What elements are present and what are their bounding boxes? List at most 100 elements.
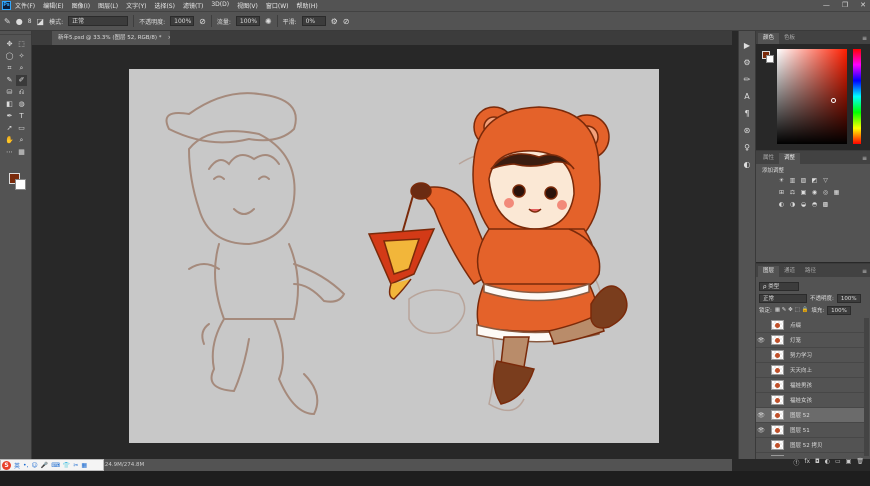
close-window-button[interactable]: ✕ — [860, 1, 866, 9]
brush-preset-picker[interactable]: ● — [16, 17, 23, 26]
exposure-icon[interactable]: ◩ — [811, 177, 818, 184]
smoothing-input[interactable]: 0% — [301, 16, 326, 26]
mode-select[interactable]: 正常 — [68, 16, 129, 26]
sogou-logo-icon[interactable]: S — [2, 460, 11, 470]
link-layers-icon[interactable]: ⓕ — [793, 458, 799, 468]
posterize-icon[interactable]: ◑ — [789, 201, 796, 208]
add-mask-icon[interactable]: ◘ — [815, 458, 820, 468]
hand-tool-icon[interactable]: ✋ — [4, 135, 15, 146]
menu-view[interactable]: 视图(V) — [237, 1, 258, 10]
tab-layers[interactable]: 图层 — [758, 266, 780, 277]
menu-filter[interactable]: 滤镜(T) — [183, 1, 203, 10]
tab-properties[interactable]: 属性 — [758, 153, 779, 164]
color-spectrum-field[interactable] — [777, 49, 847, 144]
brush-tool-icon[interactable]: ✐ — [16, 75, 27, 86]
marquee-tool-icon[interactable]: ⬚ — [16, 39, 27, 50]
hue-saturation-icon[interactable]: ⊞ — [778, 189, 785, 196]
menu-3d[interactable]: 3D(D) — [211, 1, 229, 10]
clone-stamp-tool-icon[interactable]: ⛁ — [4, 87, 15, 98]
visibility-eye-icon[interactable]: 👁 — [756, 427, 766, 434]
menu-edit[interactable]: 编辑(E) — [43, 1, 63, 10]
ime-voice-icon[interactable]: 🎤 — [41, 462, 48, 469]
add-style-icon[interactable]: fx — [804, 458, 810, 468]
ime-tools-icon[interactable]: ✂ — [73, 462, 78, 469]
visibility-eye-icon[interactable]: 👁 — [756, 337, 766, 344]
smoothing-options-gear-icon[interactable]: ⚙ — [331, 17, 338, 26]
size-pressure-icon[interactable]: ⊘ — [343, 17, 350, 26]
document-canvas[interactable] — [129, 69, 659, 443]
new-group-icon[interactable]: ▭ — [835, 458, 841, 468]
layer-row[interactable]: 👁 图层 51 — [756, 423, 864, 438]
tab-adjustments[interactable]: 调整 — [779, 153, 801, 164]
opacity-input[interactable]: 100% — [170, 16, 195, 26]
levels-icon[interactable]: ▥ — [789, 177, 796, 184]
eyedropper-tool-icon[interactable]: ⌕ — [16, 63, 27, 74]
menu-layer[interactable]: 图层(L) — [98, 1, 118, 10]
airbrush-icon[interactable]: ✺ — [265, 17, 272, 26]
delete-layer-icon[interactable]: 🗑 — [856, 458, 864, 468]
layer-row[interactable]: 点缀 — [756, 318, 864, 333]
layer-row[interactable]: 福娃女孩 — [756, 393, 864, 408]
glyphs-icon[interactable]: ⊛ — [739, 124, 755, 138]
menu-select[interactable]: 选择(S) — [154, 1, 175, 10]
ime-skin-icon[interactable]: 👕 — [63, 462, 70, 469]
paint-bucket-tool-icon[interactable]: ◍ — [16, 99, 27, 110]
ime-punctuation-icon[interactable]: •, — [23, 462, 28, 469]
layer-name[interactable]: 灯笼 — [790, 336, 801, 344]
layer-row[interactable]: 👁 图层 52 — [756, 408, 864, 423]
layer-name[interactable]: 图层 51 — [790, 426, 810, 434]
adjustments-icon[interactable]: ◐ — [739, 158, 755, 172]
hue-slider[interactable] — [853, 49, 861, 144]
type-tool-icon[interactable]: T — [16, 111, 27, 122]
color-lookup-icon[interactable]: ▦ — [833, 189, 840, 196]
layer-name[interactable]: 天天向上 — [790, 366, 812, 374]
opacity-pressure-icon[interactable]: ⊘ — [199, 17, 206, 26]
layer-row[interactable]: 福娃男孩 — [756, 378, 864, 393]
crop-tool-icon[interactable]: ⌗ — [4, 63, 15, 74]
layer-name[interactable]: 图层 52 拷贝 — [790, 441, 823, 449]
visibility-eye-icon[interactable]: 👁 — [756, 412, 766, 419]
rectangle-tool-icon[interactable]: ▭ — [16, 123, 27, 134]
eraser-tool-icon[interactable]: ◧ — [4, 99, 15, 110]
tab-color[interactable]: 颜色 — [758, 33, 780, 44]
layer-name[interactable]: 点缀 — [790, 321, 801, 329]
settings-icon[interactable]: ⚙ — [739, 56, 755, 70]
menu-image[interactable]: 图像(I) — [72, 1, 90, 10]
history-brush-tool-icon[interactable]: ⎌ — [16, 87, 27, 98]
layer-filter-select[interactable]: ρ 类型 — [759, 281, 799, 291]
menu-type[interactable]: 文字(Y) — [126, 1, 146, 10]
brush-panel-toggle-icon[interactable]: ◪ — [37, 17, 45, 26]
invert-icon[interactable]: ◐ — [778, 201, 785, 208]
tab-paths[interactable]: 路径 — [800, 266, 821, 277]
black-white-icon[interactable]: ▣ — [800, 189, 807, 196]
layer-name[interactable]: 福娃男孩 — [790, 381, 812, 389]
lasso-tool-icon[interactable]: ◯ — [4, 51, 15, 62]
layer-name[interactable]: 图层 52 — [790, 411, 810, 419]
layer-name[interactable]: 努力学习 — [790, 351, 812, 359]
brightness-icon[interactable]: ☀ — [778, 177, 785, 184]
layer-opacity-input[interactable]: 100% — [836, 293, 861, 303]
panel-menu-icon[interactable]: ≡ — [862, 33, 867, 44]
learn-icon[interactable]: ♀ — [739, 141, 755, 155]
paragraph-panel-icon[interactable]: ¶ — [739, 107, 755, 121]
close-tab-icon[interactable]: × — [168, 35, 170, 41]
layer-row[interactable]: 天天向上 — [756, 363, 864, 378]
selective-color-icon[interactable]: ▩ — [822, 201, 829, 208]
curves-icon[interactable]: ▨ — [800, 177, 807, 184]
adjustment-layer-icon[interactable]: ◐ — [825, 458, 830, 468]
ime-emoji-icon[interactable]: ☺ — [31, 462, 37, 469]
vibrance-icon[interactable]: ▽ — [822, 177, 829, 184]
gradient-map-icon[interactable]: ◓ — [811, 201, 818, 208]
color-balance-icon[interactable]: ⚖ — [789, 189, 796, 196]
move-tool-icon[interactable]: ✥ — [4, 39, 15, 50]
layer-row[interactable]: 图层 52 拷贝 — [756, 438, 864, 453]
panel-menu-icon[interactable]: ≡ — [862, 266, 867, 277]
quick-mask-icon[interactable]: ▦ — [16, 147, 27, 158]
lock-icons[interactable]: ▦ ✎ ✥ ⬚ 🔒 — [775, 307, 808, 313]
channel-mixer-icon[interactable]: ◎ — [822, 189, 829, 196]
color-picker-handle[interactable] — [831, 98, 836, 103]
maximize-button[interactable]: ❐ — [842, 1, 848, 9]
new-layer-icon[interactable]: ▣ — [846, 458, 852, 468]
threshold-icon[interactable]: ◒ — [800, 201, 807, 208]
background-color-swatch[interactable] — [15, 179, 26, 190]
